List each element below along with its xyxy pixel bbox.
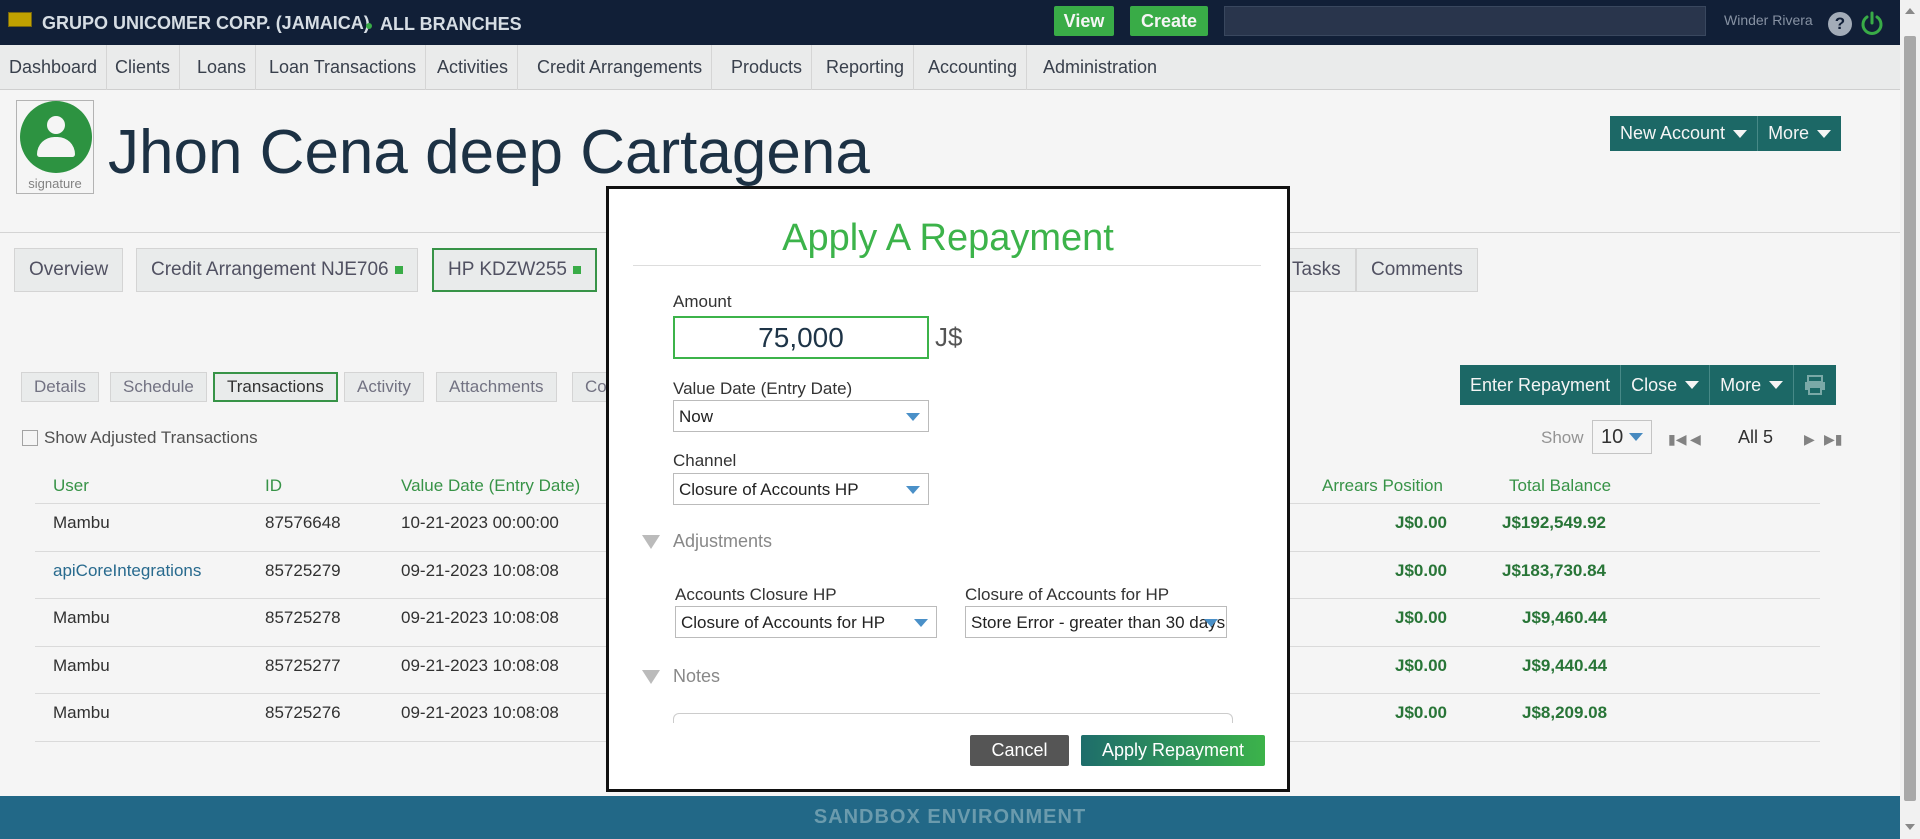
adjustments-toggle-icon[interactable] [642, 535, 660, 549]
scroll-down-icon[interactable] [1905, 824, 1915, 830]
notes-textarea[interactable] [673, 713, 1233, 723]
closure-reason-select[interactable]: Store Error - greater than 30 days [965, 606, 1227, 638]
closure-for-hp-label: Closure of Accounts for HP [965, 585, 1170, 604]
cancel-button[interactable]: Cancel [970, 735, 1069, 766]
apply-repayment-button[interactable]: Apply Repayment [1081, 735, 1265, 766]
accounts-closure-label: Accounts Closure HP [675, 585, 837, 604]
currency-label: J$ [935, 322, 963, 352]
chevron-down-icon [906, 413, 920, 421]
value-date-label: Value Date (Entry Date) [673, 379, 853, 398]
chevron-down-icon [1204, 619, 1218, 627]
apply-repayment-dialog: Apply A Repayment Amount 75,000 J$ Value… [606, 186, 1290, 792]
chevron-down-icon [914, 619, 928, 627]
scroll-thumb[interactable] [1904, 36, 1916, 801]
accounts-closure-select[interactable]: Closure of Accounts for HP [675, 606, 937, 638]
channel-label: Channel [673, 451, 737, 470]
adjustments-section-label[interactable]: Adjustments [673, 531, 772, 552]
scroll-up-icon[interactable] [1905, 8, 1915, 14]
notes-toggle-icon[interactable] [642, 670, 660, 684]
notes-section-label[interactable]: Notes [673, 666, 720, 687]
dialog-title: Apply A Repayment [782, 217, 1114, 259]
amount-input[interactable]: 75,000 [673, 316, 929, 359]
chevron-down-icon [906, 486, 920, 494]
value-date-select[interactable]: Now [673, 400, 929, 432]
page-scrollbar[interactable] [1900, 0, 1920, 839]
amount-label: Amount [673, 292, 732, 311]
title-divider [633, 265, 1261, 266]
channel-select[interactable]: Closure of Accounts HP [673, 473, 929, 505]
